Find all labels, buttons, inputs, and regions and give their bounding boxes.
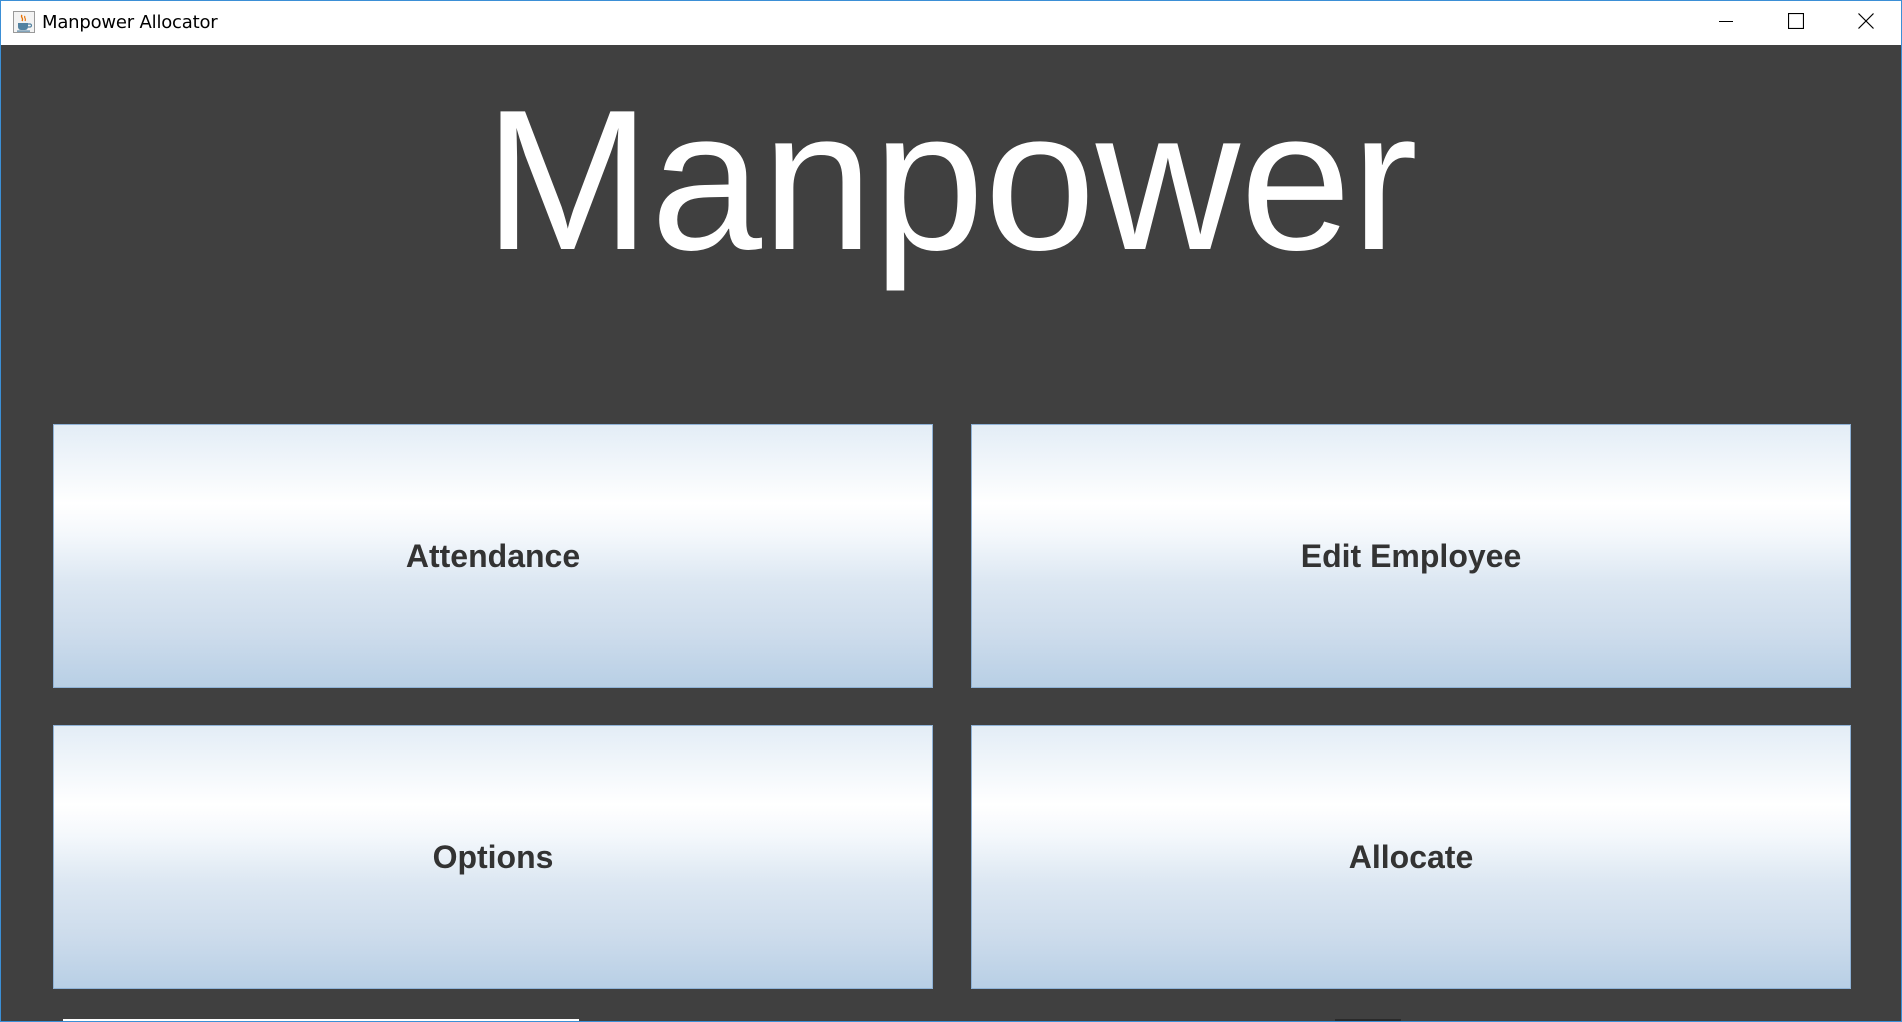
- app-window: Manpower Allocator Manpower Attendance E…: [0, 0, 1902, 1022]
- title-bar[interactable]: Manpower Allocator: [1, 1, 1901, 45]
- maximize-button[interactable]: [1761, 1, 1831, 45]
- minimize-icon: [1719, 14, 1733, 33]
- maximize-icon: [1787, 12, 1805, 34]
- options-button[interactable]: Options: [53, 725, 933, 989]
- attendance-button[interactable]: Attendance: [53, 424, 933, 688]
- page-title: Manpower: [484, 69, 1418, 292]
- edit-employee-button[interactable]: Edit Employee: [971, 424, 1851, 688]
- minimize-button[interactable]: [1691, 1, 1761, 45]
- close-button[interactable]: [1831, 1, 1901, 45]
- window-title: Manpower Allocator: [42, 12, 218, 33]
- allocate-button[interactable]: Allocate: [971, 725, 1851, 989]
- close-icon: [1858, 12, 1874, 34]
- java-coffee-cup-icon: [13, 11, 35, 33]
